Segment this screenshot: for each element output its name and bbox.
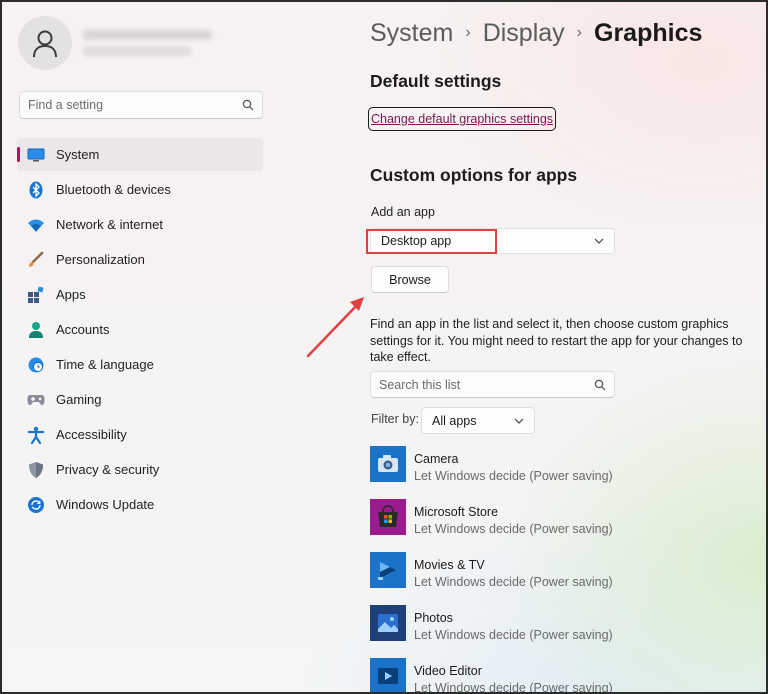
accessibility-icon: [27, 426, 45, 444]
sidebar-item-label: Bluetooth & devices: [56, 182, 171, 197]
list-item-video-editor[interactable]: Video Editor Let Windows decide (Power s…: [370, 658, 750, 694]
breadcrumb: System › Display › Graphics: [370, 16, 702, 50]
sidebar-item-personalization[interactable]: Personalization: [17, 243, 263, 276]
sidebar-nav: System Bluetooth & devices Network & int…: [17, 138, 263, 523]
blurred-user-name: [82, 30, 212, 56]
sidebar-item-accounts[interactable]: Accounts: [17, 313, 263, 346]
sidebar-item-windows-update[interactable]: Windows Update: [17, 488, 263, 521]
apps-icon: [27, 285, 45, 304]
sidebar-item-label: Personalization: [56, 252, 145, 267]
add-app-label: Add an app: [371, 205, 435, 219]
change-default-graphics-link[interactable]: Change default graphics settings: [368, 107, 557, 131]
app-preference: Let Windows decide (Power saving): [414, 522, 613, 536]
sidebar-item-label: Accessibility: [56, 427, 127, 442]
camera-icon: [370, 446, 406, 482]
app-preference: Let Windows decide (Power saving): [414, 575, 613, 589]
sidebar-item-gaming[interactable]: Gaming: [17, 383, 263, 416]
sidebar-item-label: Apps: [56, 287, 86, 302]
app-preference: Let Windows decide (Power saving): [414, 628, 613, 642]
bluetooth-icon: [27, 181, 45, 199]
app-name: Video Editor: [414, 664, 482, 678]
chevron-down-icon: [514, 418, 524, 424]
sidebar-item-label: Privacy & security: [56, 462, 160, 477]
filter-dropdown[interactable]: All apps: [421, 407, 535, 434]
sidebar-item-label: Time & language: [56, 357, 154, 372]
app-name: Photos: [414, 611, 453, 625]
sidebar-item-privacy[interactable]: Privacy & security: [17, 453, 263, 486]
app-preference: Let Windows decide (Power saving): [414, 681, 613, 694]
movies-icon: [370, 552, 406, 588]
app-type-dropdown[interactable]: Desktop app: [370, 228, 615, 254]
browse-button[interactable]: Browse: [371, 266, 449, 293]
sidebar-item-label: System: [56, 147, 100, 162]
breadcrumb-display[interactable]: Display: [483, 19, 565, 48]
app-preference: Let Windows decide (Power saving): [414, 469, 613, 483]
sidebar-item-system[interactable]: System: [17, 138, 263, 171]
app-type-selected: Desktop app: [381, 234, 452, 248]
settings-search-input[interactable]: [28, 98, 242, 112]
sidebar-item-label: Gaming: [56, 392, 102, 407]
sidebar-item-time-language[interactable]: Time & language: [17, 348, 263, 381]
store-icon: [370, 499, 406, 535]
app-list: Camera Let Windows decide (Power saving)…: [370, 446, 750, 694]
video-editor-icon: [370, 658, 406, 692]
breadcrumb-system[interactable]: System: [370, 19, 453, 48]
list-item-camera[interactable]: Camera Let Windows decide (Power saving): [370, 446, 750, 499]
sidebar-item-bluetooth[interactable]: Bluetooth & devices: [17, 173, 263, 206]
sidebar-item-label: Network & internet: [56, 217, 163, 232]
person-icon: [33, 30, 57, 58]
chevron-right-icon: ›: [465, 24, 471, 41]
monitor-icon: [27, 146, 45, 164]
chevron-down-icon: [594, 238, 604, 244]
wifi-icon: [27, 216, 45, 234]
help-text: Find an app in the list and select it, t…: [370, 317, 743, 364]
custom-options-heading: Custom options for apps: [370, 165, 578, 185]
search-icon: [594, 379, 606, 390]
brush-icon: [27, 251, 45, 269]
app-name: Movies & TV: [414, 558, 485, 572]
settings-search-box[interactable]: [19, 91, 263, 119]
list-item-photos[interactable]: Photos Let Windows decide (Power saving): [370, 605, 750, 658]
list-search-box[interactable]: [370, 371, 615, 398]
app-name: Camera: [414, 452, 459, 466]
page-title: Graphics: [594, 18, 703, 47]
chevron-right-icon: ›: [576, 24, 582, 41]
gamepad-icon: [27, 391, 45, 409]
accounts-icon: [27, 321, 45, 339]
filter-selected: All apps: [432, 413, 477, 428]
update-icon: [27, 496, 45, 514]
photos-icon: [370, 605, 406, 641]
search-icon: [242, 99, 254, 111]
sidebar-item-accessibility[interactable]: Accessibility: [17, 418, 263, 451]
sidebar-item-network[interactable]: Network & internet: [17, 208, 263, 241]
sidebar-item-apps[interactable]: Apps: [17, 278, 263, 311]
filter-label: Filter by:: [371, 412, 419, 426]
sidebar-item-label: Accounts: [56, 322, 110, 337]
list-item-movies-tv[interactable]: Movies & TV Let Windows decide (Power sa…: [370, 552, 750, 605]
user-avatar[interactable]: [18, 16, 72, 70]
app-name: Microsoft Store: [414, 505, 499, 519]
default-settings-heading: Default settings: [370, 71, 502, 91]
list-search-input[interactable]: [379, 377, 594, 392]
annotation-arrow: [306, 297, 364, 358]
globe-clock-icon: [27, 356, 45, 374]
sidebar-item-label: Windows Update: [56, 497, 155, 512]
list-item-microsoft-store[interactable]: Microsoft Store Let Windows decide (Powe…: [370, 499, 750, 552]
settings-window: System Bluetooth & devices Network & int…: [0, 0, 768, 694]
shield-icon: [27, 461, 45, 479]
